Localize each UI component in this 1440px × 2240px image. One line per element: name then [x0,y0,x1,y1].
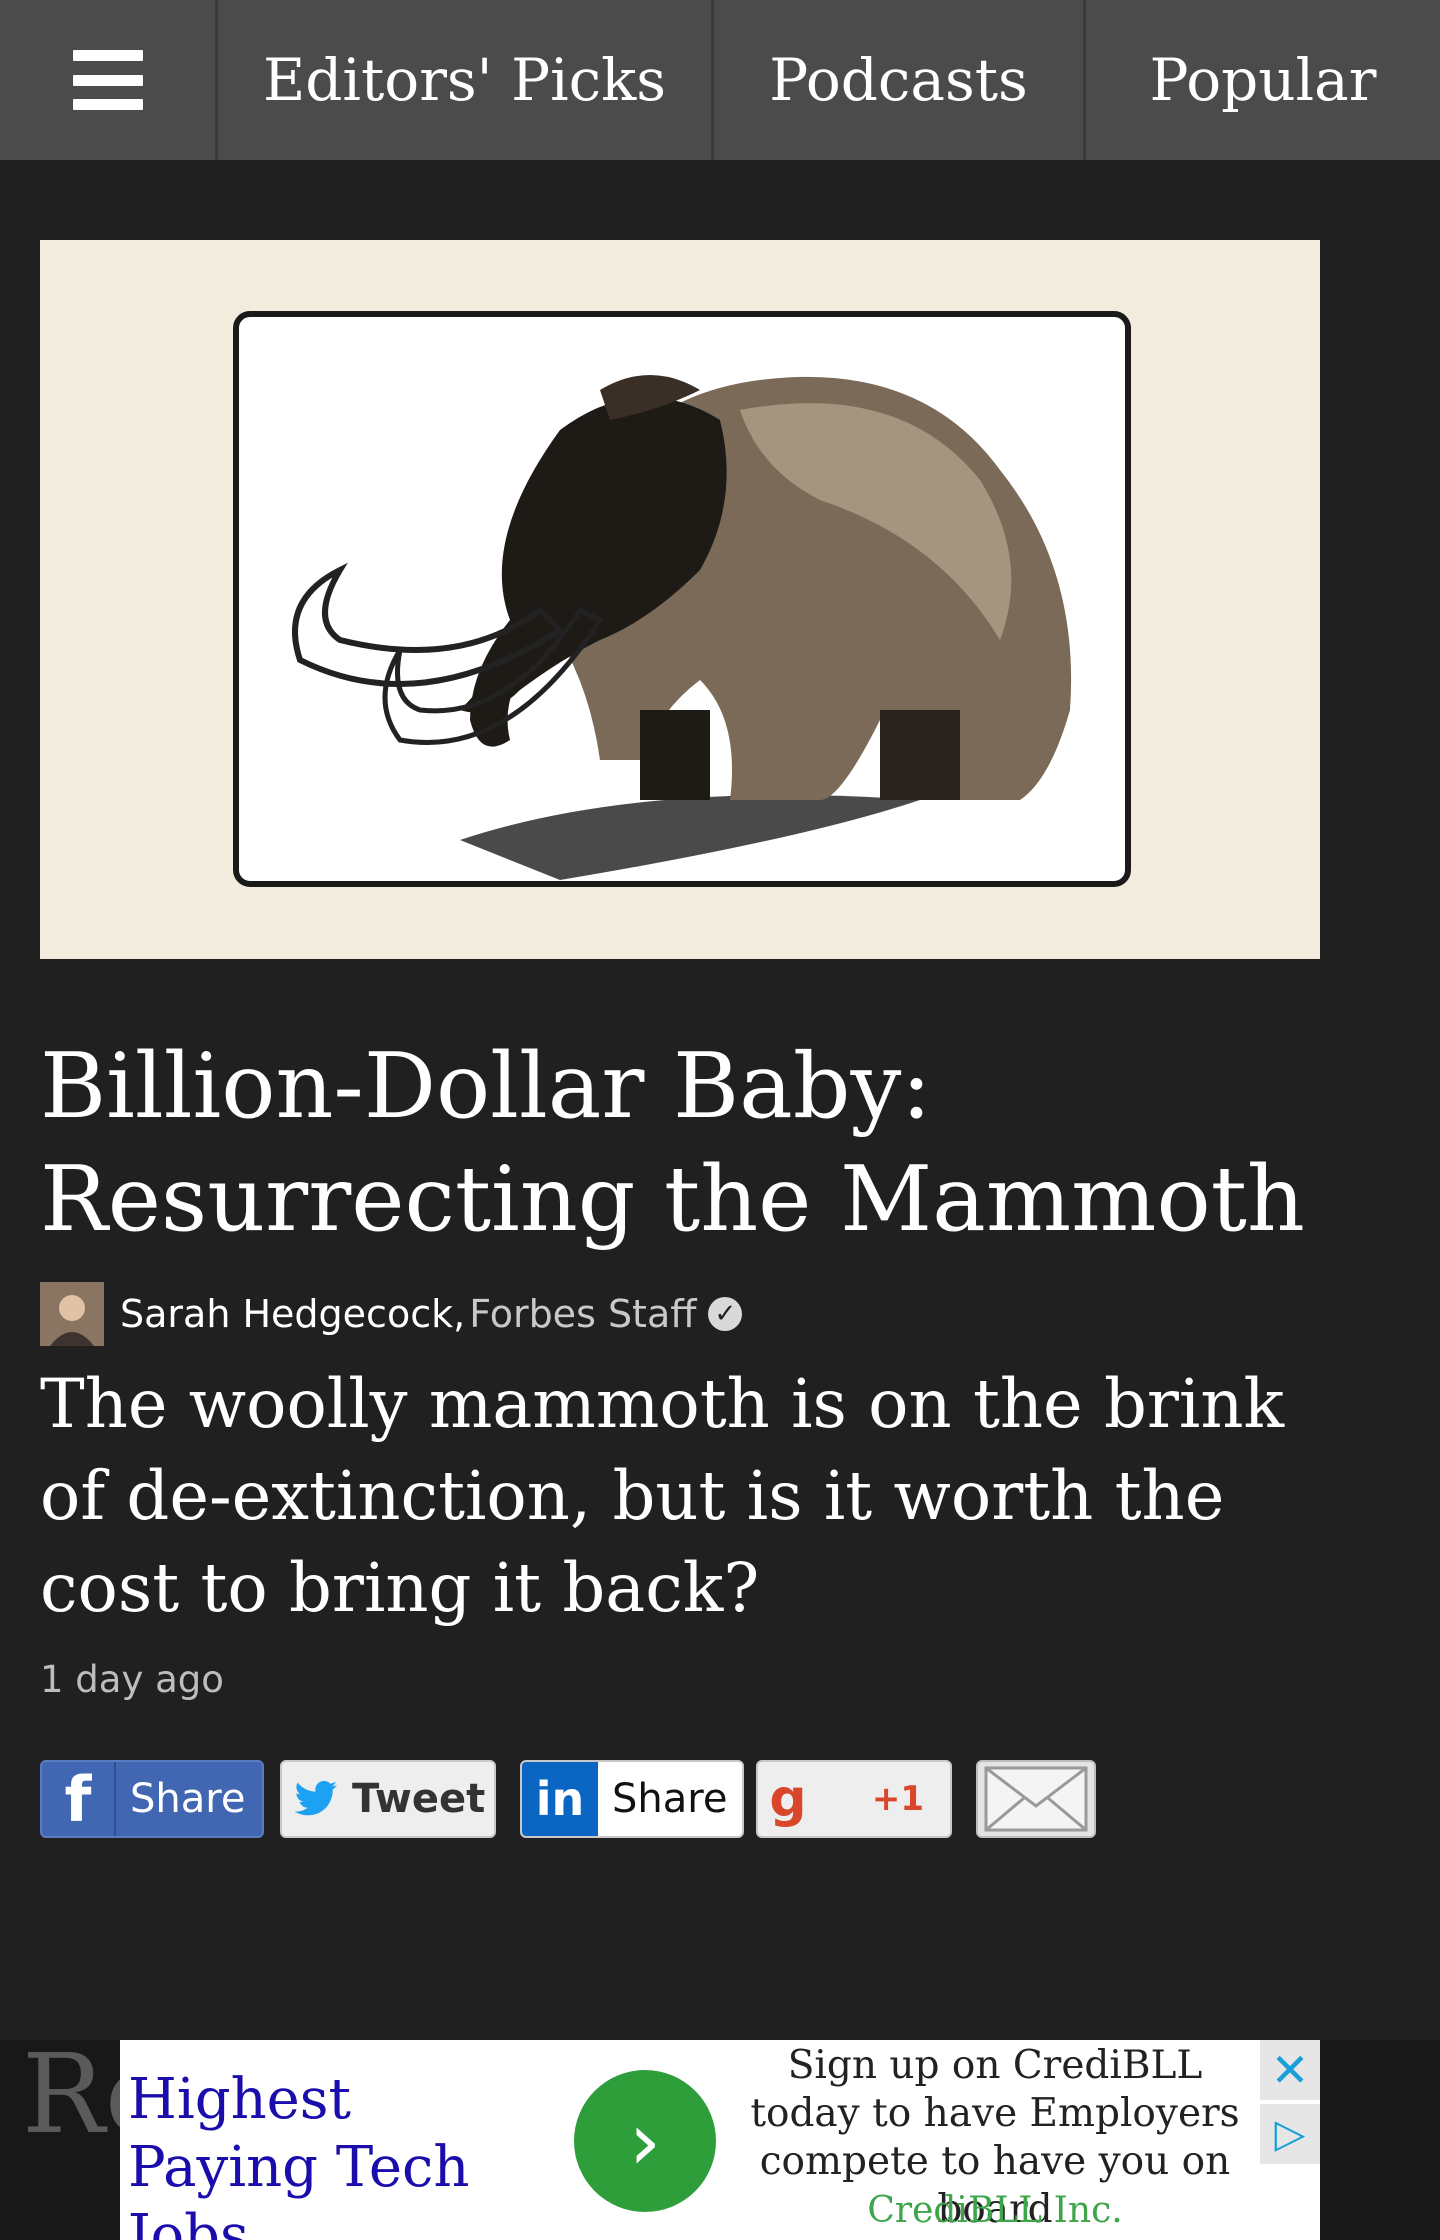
nav-popular[interactable]: Popular [1086,0,1440,160]
google-plus-label: +1 [871,1779,924,1819]
ad-sponsor[interactable]: CrediBLL Inc. [740,2190,1250,2231]
linkedin-share-button[interactable]: in Share [520,1760,744,1838]
verified-check-icon: ✓ [708,1297,743,1331]
twitter-tweet-button[interactable]: Tweet [280,1760,496,1838]
email-share-button[interactable] [976,1760,1096,1838]
linkedin-share-label: Share [612,1776,728,1822]
ad-banner[interactable]: Highest Paying Tech Jobs › Sign up on Cr… [120,2040,1320,2240]
twitter-tweet-label: Tweet [352,1776,486,1822]
byline: Sarah Hedgecock, Forbes Staff ✓ [40,1282,743,1346]
top-navigation: Editors' Picks Podcasts Popular [0,0,1440,160]
author-separator: , [453,1292,466,1336]
facebook-share-label: Share [130,1776,246,1822]
envelope-icon [984,1766,1088,1832]
google-plus-button[interactable]: g +1 [756,1760,952,1838]
article-headline[interactable]: Billion-Dollar Baby: Resurrecting the Ma… [40,1030,1340,1256]
facebook-icon: f [42,1762,116,1836]
article-timestamp: 1 day ago [40,1658,224,1701]
hamburger-menu-icon [72,50,143,110]
google-plus-icon: g [769,1769,807,1829]
ad-headline[interactable]: Highest Paying Tech Jobs [128,2066,548,2240]
chevron-right-icon: › [629,2094,661,2188]
nav-podcasts[interactable]: Podcasts [714,0,1086,160]
linkedin-icon: in [522,1762,598,1836]
hero-image[interactable] [40,240,1320,959]
nav-editors-picks[interactable]: Editors' Picks [218,0,714,160]
author-name[interactable]: Sarah Hedgecock [120,1292,453,1336]
ad-close-icon[interactable]: ✕ [1260,2040,1320,2100]
facebook-share-button[interactable]: f Share [40,1760,264,1838]
menu-button[interactable] [0,0,218,160]
ad-arrow-button[interactable]: › [574,2070,716,2212]
author-avatar[interactable] [40,1282,104,1346]
ad-choices-icon[interactable]: ▷ [1260,2104,1320,2164]
twitter-bird-icon [282,1780,352,1818]
mammoth-illustration [40,240,1320,959]
article-dek: The woolly mammoth is on the brink of de… [40,1365,1285,1627]
author-role: Forbes Staff [469,1292,697,1336]
